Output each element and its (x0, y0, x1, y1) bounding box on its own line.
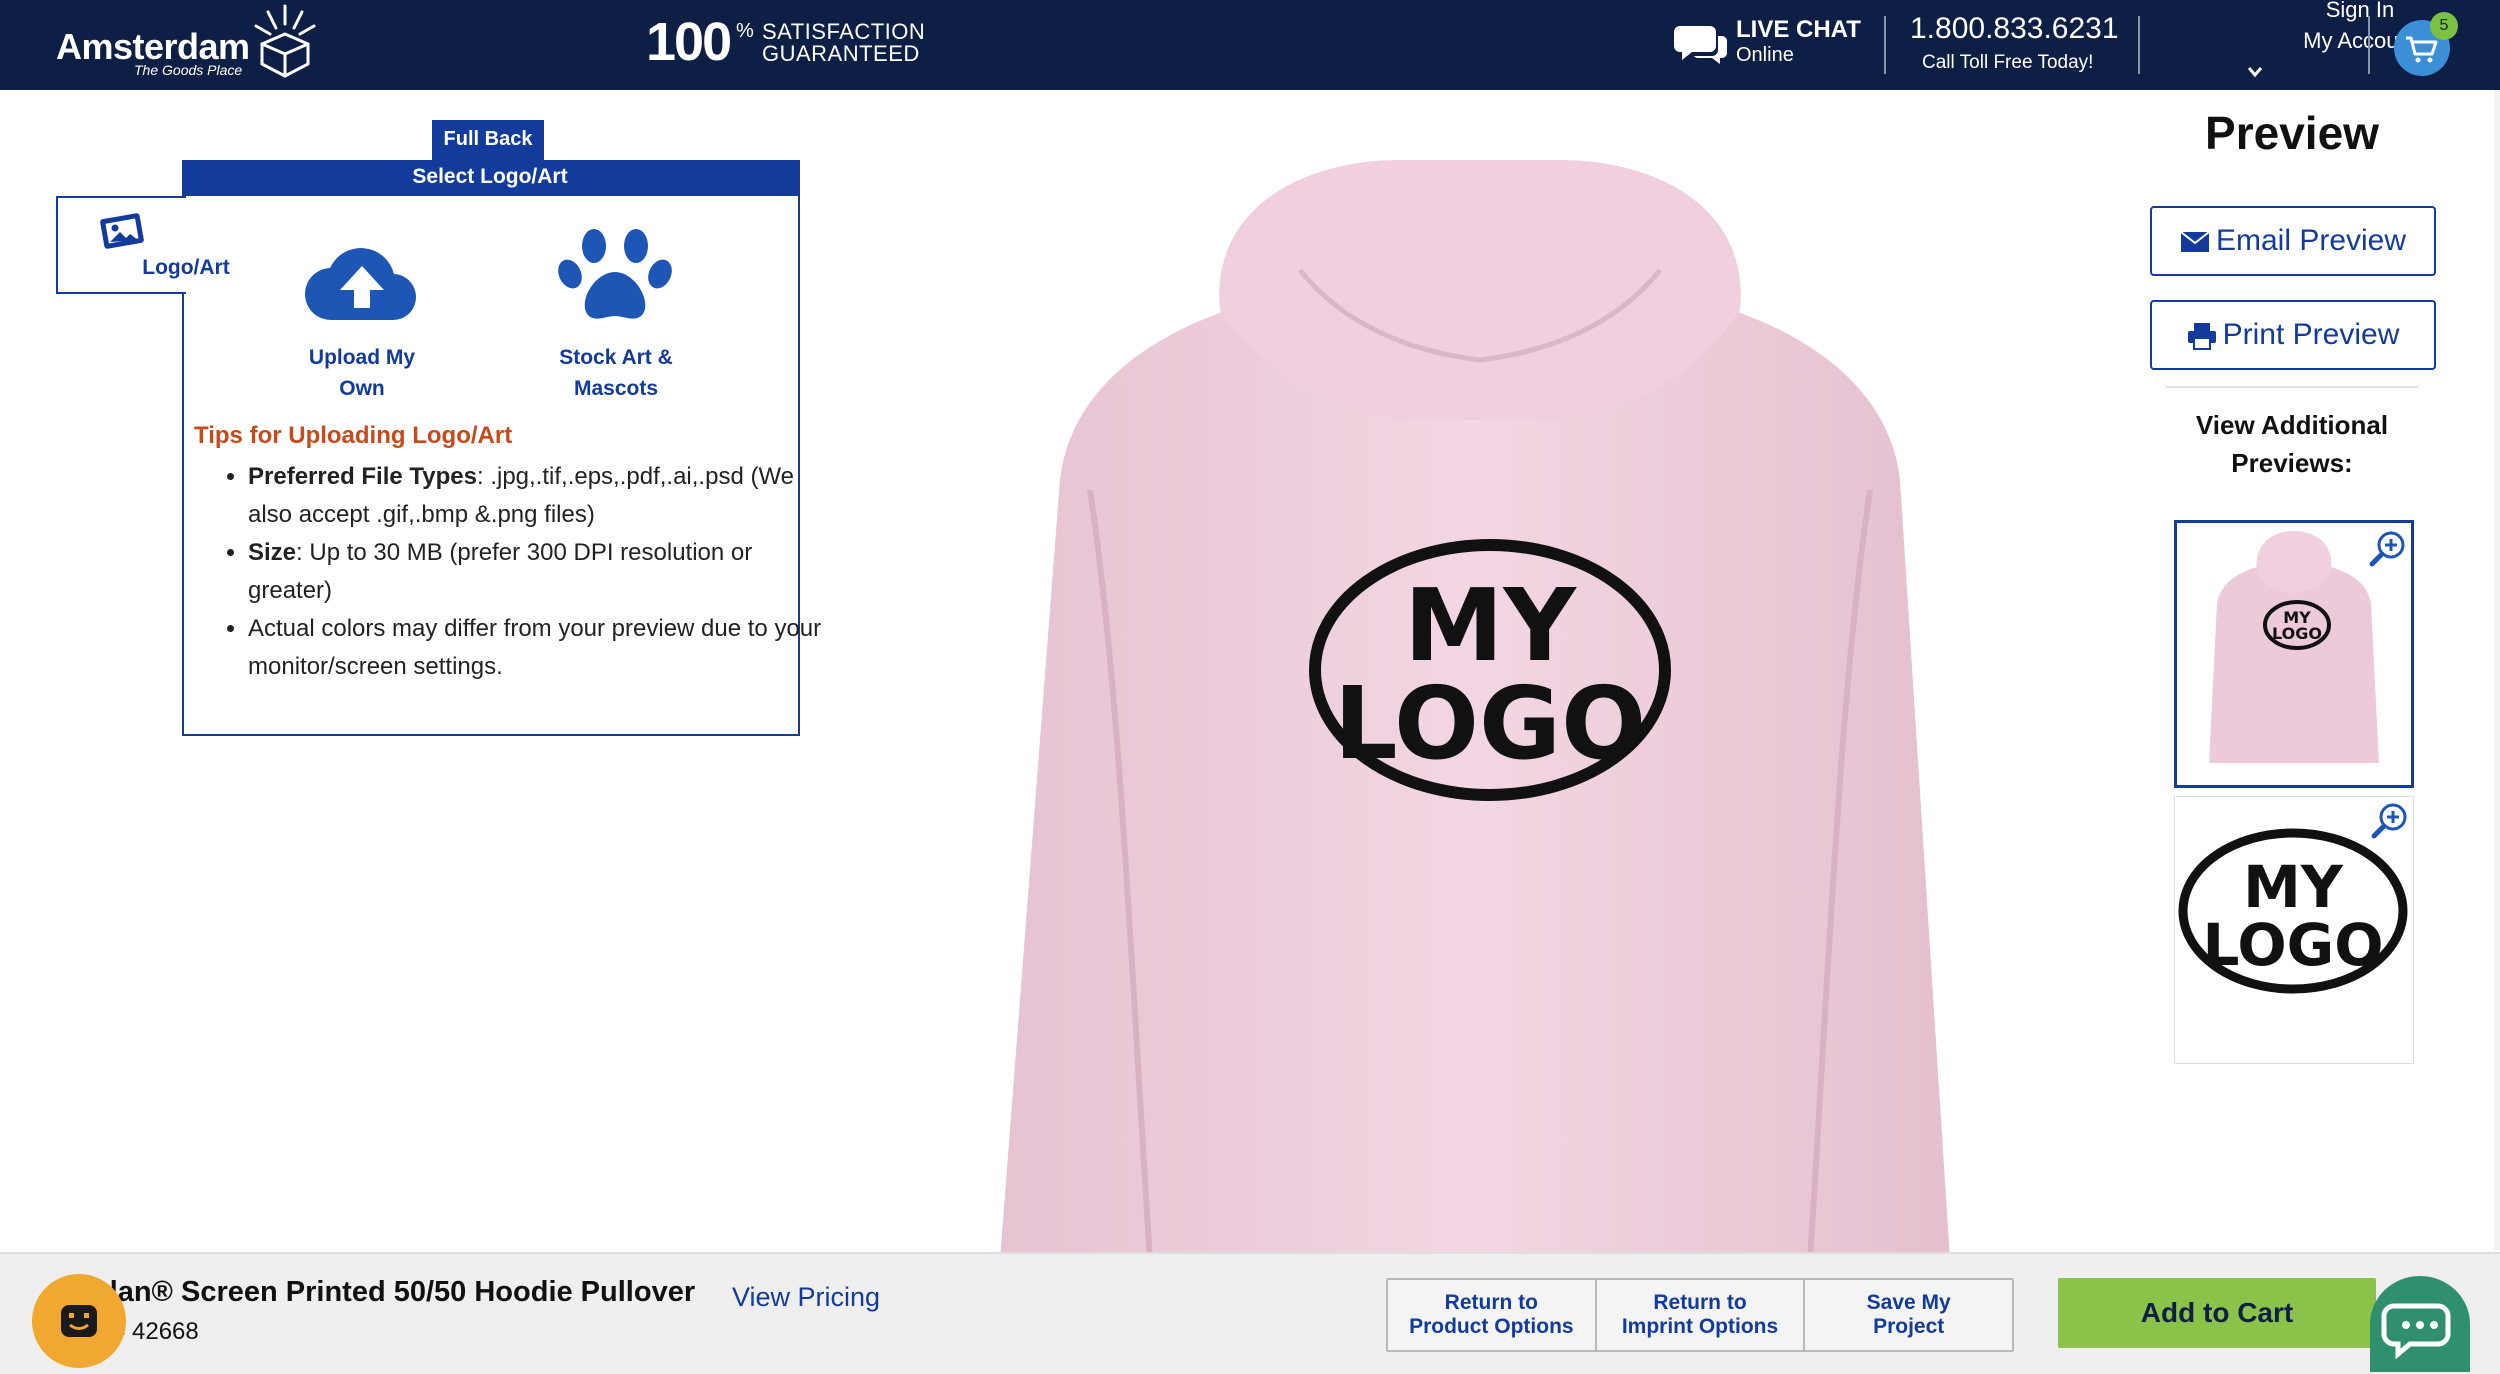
return-imprint-line1: Return to (1653, 1291, 1747, 1314)
preview-thumbnail-back[interactable]: MY LOGO (2174, 520, 2414, 788)
return-to-imprint-options-button[interactable]: Return to Imprint Options (1597, 1280, 1806, 1350)
chevron-down-icon (2247, 67, 2263, 78)
paw-icon (558, 229, 672, 319)
preview-thumbnail-logo[interactable]: MY LOGO (2174, 796, 2414, 1064)
navigation-button-group: Return to Product Options Return to Imprin… (1386, 1278, 2014, 1352)
live-chat-link[interactable]: LIVE CHAT Online (1672, 14, 1872, 74)
additional-previews-title: View Additional Previews: (2150, 406, 2434, 482)
box-burst-icon (254, 4, 316, 78)
zoom-in-icon[interactable] (2367, 529, 2407, 569)
tips-list: Preferred File Types: .jpg,.tif,.eps,.pd… (214, 458, 838, 686)
zoom-in-icon[interactable] (2369, 801, 2409, 841)
page-scrollbar[interactable] (2494, 90, 2500, 1250)
save-line2: Project (1873, 1315, 1945, 1338)
stock-art-option-label: Stock Art & Mascots (526, 342, 706, 404)
guarantee-number: 100 (646, 12, 732, 72)
tip-size-bold: Size (248, 539, 297, 566)
header-divider (2138, 16, 2140, 74)
chat-status: Online (1736, 44, 1794, 66)
tip-file-types-bold: Preferred File Types (248, 463, 477, 490)
return-product-line1: Return to (1444, 1291, 1538, 1314)
header-divider (2368, 16, 2370, 74)
guarantee-line2: GUARANTEED (762, 41, 920, 66)
image-icon (100, 213, 144, 249)
header-divider (1884, 16, 1886, 74)
side-tab-label: Logo/Art (142, 256, 230, 279)
tip-colors: Actual colors may differ from your previ… (248, 610, 838, 686)
save-project-button[interactable]: Save My Project (1805, 1280, 2012, 1350)
tip-file-types: Preferred File Types: .jpg,.tif,.eps,.pd… (248, 458, 838, 534)
tab-full-back[interactable]: Full Back (432, 120, 544, 160)
hoodie-preview-image: MY LOGO (1000, 160, 1950, 1260)
printer-icon (2187, 323, 2216, 351)
print-preview-label: Print Preview (2222, 318, 2400, 351)
additional-title-line2: Previews: (2231, 448, 2353, 478)
brand-tagline: The Goods Place (134, 62, 243, 78)
chat-bubbles-icon (1674, 26, 1727, 64)
phone-number: 1.800.833.6231 (1910, 12, 2119, 45)
tip-size-text: : Up to 30 MB (prefer 300 DPI resolution… (248, 539, 753, 604)
tip-size: Size: Up to 30 MB (prefer 300 DPI resolu… (248, 534, 838, 610)
chat-icon (2381, 1303, 2451, 1360)
add-to-cart-button[interactable]: Add to Cart (2058, 1278, 2376, 1348)
email-preview-button[interactable]: Email Preview (2150, 206, 2436, 276)
guarantee-percent: % (736, 20, 754, 42)
product-name: dan® Screen Printed 50/50 Hoodie Pullove… (100, 1276, 696, 1308)
preview-divider (2166, 386, 2418, 388)
upload-option-label: Upload My Own (272, 342, 452, 404)
tips-title: Tips for Uploading Logo/Art (194, 422, 513, 449)
stock-art-label-line1: Stock Art & (559, 346, 673, 369)
envelope-icon (2180, 231, 2210, 253)
cart-count-badge: 5 (2430, 12, 2458, 40)
thumb1-logo-line2: LOGO (2272, 624, 2322, 643)
cart-button[interactable]: 5 (2390, 12, 2460, 82)
additional-title-line1: View Additional (2195, 410, 2389, 440)
upload-label-line1: Upload My (308, 346, 416, 369)
side-tab-logo-art[interactable]: Logo/Art (56, 196, 230, 294)
upload-cloud-icon (304, 248, 417, 321)
chat-title: LIVE CHAT (1736, 16, 1861, 43)
upload-label-line2: Own (339, 377, 385, 400)
save-line1: Save My (1866, 1291, 1951, 1314)
stock-art-label-line2: Mascots (573, 377, 659, 400)
stock-art-option[interactable]: Stock Art & Mascots (526, 226, 706, 406)
panel-title: Select Logo/Art (182, 160, 798, 196)
email-preview-label: Email Preview (2215, 224, 2407, 257)
chat-widget-button[interactable] (2370, 1276, 2470, 1372)
phone-subtitle: Call Toll Free Today! (1922, 52, 2094, 73)
preview-title: Preview (2205, 107, 2379, 159)
account-menu[interactable]: Sign In My Account (2150, 0, 2417, 90)
upload-my-own-option[interactable]: Upload My Own (272, 226, 452, 406)
view-pricing-link[interactable]: View Pricing (732, 1282, 880, 1313)
logo-text-line2: LOGO (1334, 665, 1646, 782)
return-product-line2: Product Options (1409, 1315, 1574, 1338)
help-assistant-button[interactable] (32, 1274, 126, 1368)
site-header: Amsterdam The Goods Place 100 % SATISFAC… (0, 0, 2500, 90)
return-imprint-line2: Imprint Options (1621, 1315, 1779, 1338)
chatbot-face-icon (61, 1305, 97, 1337)
return-to-product-options-button[interactable]: Return to Product Options (1388, 1280, 1597, 1350)
thumb2-logo-line2: LOGO (2202, 911, 2383, 979)
tip-colors-text: Actual colors may differ from your previ… (248, 615, 822, 680)
print-preview-button[interactable]: Print Preview (2150, 300, 2436, 370)
